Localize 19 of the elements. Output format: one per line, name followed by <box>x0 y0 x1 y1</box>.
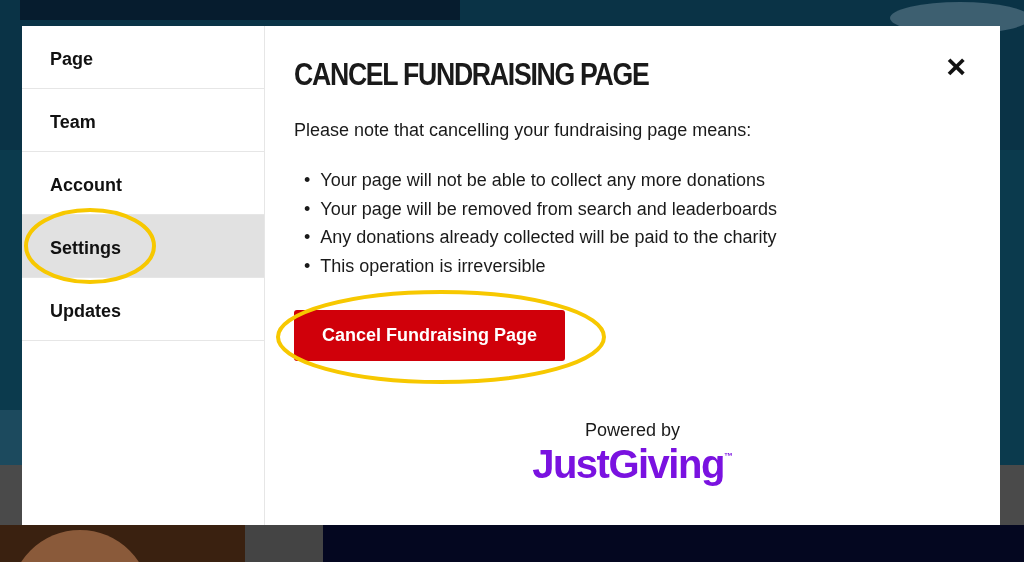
sidebar-item[interactable]: Settings <box>22 215 264 278</box>
bullet: • <box>304 169 311 193</box>
list-item: This operation is irreversible <box>320 254 546 278</box>
cancel-page-button[interactable]: Cancel Fundraising Page <box>294 310 566 362</box>
sidebar-item[interactable]: Updates <box>22 278 264 341</box>
intro-text: Please note that cancelling your fundraising page means: <box>294 119 753 143</box>
list-item: Your page will not be able to collect any more donations <box>320 169 765 193</box>
bullet: • <box>304 197 311 221</box>
trademark-mark: ™ <box>723 451 733 462</box>
list-item: Any donations already collected will be paid to the charity <box>320 226 777 250</box>
bullet: • <box>304 226 311 250</box>
powered-by-text: Powered by <box>583 419 682 443</box>
dialog-title: CANCEL FUNDRAISING PAGE <box>294 56 649 94</box>
list-item: Your page will be removed from search and leaderboards <box>320 197 777 221</box>
bullet: • <box>304 254 311 278</box>
close-button[interactable]: × <box>940 48 972 84</box>
sidebar-item[interactable]: Team <box>22 89 264 152</box>
logo: JustGiving <box>532 442 724 487</box>
sidebar-item[interactable]: Page <box>22 26 264 89</box>
